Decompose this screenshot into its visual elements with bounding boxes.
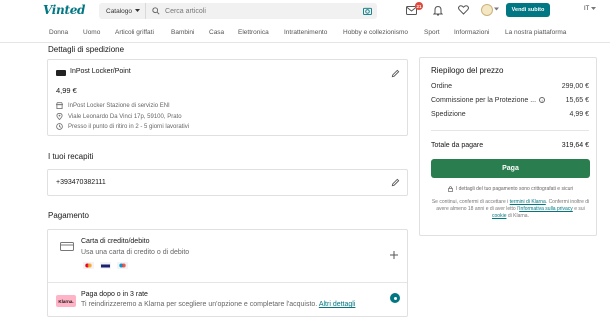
klarna-payment-option[interactable]: Klarna. Paga dopo o in 3 rate Ti reindir… — [48, 283, 407, 317]
klarna-details-link[interactable]: Altri dettagli — [319, 301, 356, 308]
heart-icon[interactable] — [457, 4, 469, 16]
nav-item-piattaforma[interactable]: La nostra piattaforma — [505, 29, 566, 36]
language-label: IT — [584, 6, 590, 12]
secure-note: I dettagli del tuo pagamento sono critto… — [431, 186, 590, 192]
klarna-radio-button[interactable] — [390, 293, 400, 303]
pickup-point-row: InPost Locker Stazione di servizio ENI — [56, 102, 170, 109]
chevron-down-icon — [135, 9, 141, 12]
payment-section-title: Pagamento — [48, 211, 89, 220]
shipping-section-title: Dettagli di spedizione — [48, 45, 125, 54]
pay-button[interactable]: Paga — [431, 159, 590, 178]
edit-icon[interactable] — [391, 69, 400, 78]
location-pin-icon — [56, 113, 63, 120]
nav-item-griffati[interactable]: Articoli griffati — [115, 29, 154, 36]
summary-label: Spedizione — [431, 111, 466, 118]
nav-item-intrattenimento[interactable]: Intrattenimento — [284, 29, 327, 36]
nav-item-casa[interactable]: Casa — [209, 29, 224, 36]
pickup-point-name: InPost Locker Stazione di servizio ENI — [68, 102, 170, 109]
chevron-down-icon — [591, 7, 597, 10]
total-label: Totale da pagare — [431, 142, 484, 149]
klarna-terms-link[interactable]: termini di Klarna — [510, 199, 546, 205]
phone-number: +393470382111 — [56, 179, 106, 186]
summary-row-protection: Commissione per la Protezione ... i 15,65… — [431, 97, 589, 104]
summary-value: 4,99 € — [569, 111, 589, 118]
lock-icon — [447, 186, 453, 192]
sell-now-button[interactable]: Vendi subito — [506, 3, 550, 17]
secure-note-text: I dettagli del tuo pagamento sono critto… — [455, 186, 574, 192]
summary-row-shipping: Spedizione 4,99 € — [431, 111, 589, 118]
notification-badge: 21 — [415, 2, 423, 10]
summary-row-order: Ordine 299,00 € — [431, 83, 589, 90]
vinted-logo[interactable]: Vinted — [43, 3, 85, 17]
privacy-link[interactable]: Informativa sulla privacy — [519, 206, 573, 212]
contacts-card: +393470382111 — [47, 169, 408, 196]
price-summary-card: Riepilogo del prezzo Ordine 299,00 € Com… — [419, 57, 597, 236]
summary-label: Ordine — [431, 83, 453, 90]
avatar[interactable] — [481, 4, 493, 16]
card-payment-option[interactable]: Carta di credito/debito Usa una carta di… — [48, 230, 407, 282]
plus-icon[interactable] — [389, 250, 399, 260]
nav-item-elettronica[interactable]: Elettronica — [238, 29, 269, 36]
summary-title: Riepilogo del prezzo — [431, 66, 504, 75]
camera-search-icon[interactable] — [363, 6, 373, 16]
search-input[interactable]: Cerca articoli — [165, 8, 363, 15]
klarna-logo: Klarna. — [56, 295, 76, 307]
shipping-price: 4,99 € — [56, 86, 77, 95]
summary-value: 299,00 € — [561, 83, 589, 90]
info-icon[interactable]: i — [539, 97, 546, 103]
clock-icon — [56, 123, 63, 130]
address-row: Viale Leonardo Da Vinci 17p, 59100, Prat… — [56, 113, 182, 120]
nav-item-donna[interactable]: Donna — [49, 29, 68, 36]
search-bar: Catalogo Cerca articoli — [99, 3, 377, 19]
cookie-link[interactable]: cookie — [492, 213, 506, 219]
delivery-time-row: Presso il punto di ritiro in 2 - 5 giorn… — [56, 123, 189, 130]
klarna-option-subtitle: Ti reindirizzeremo a Klarna per sceglier… — [81, 301, 355, 308]
shipping-carrier: InPost Locker/Point — [70, 68, 131, 75]
top-bar: Vinted Catalogo Cerca articoli 21 Vendi … — [0, 0, 610, 23]
edit-icon[interactable] — [391, 178, 400, 187]
bell-icon[interactable] — [432, 4, 444, 16]
inpost-logo — [56, 70, 66, 76]
payment-card: Carta di credito/debito Usa una carta di… — [47, 229, 408, 317]
shipping-card: InPost Locker/Point 4,99 € InPost Locker… — [47, 59, 408, 136]
mastercard-icon — [83, 262, 94, 269]
nav-item-informazioni[interactable]: Informazioni — [454, 29, 489, 36]
search-icon — [152, 7, 161, 16]
store-icon — [56, 102, 63, 109]
summary-divider — [431, 130, 589, 131]
total-value: 319,64 € — [561, 142, 589, 149]
pickup-address: Viale Leonardo Da Vinci 17p, 59100, Prat… — [68, 113, 182, 120]
contacts-section-title: I tuoi recapiti — [48, 152, 94, 161]
chevron-down-icon[interactable] — [494, 7, 499, 12]
nav-item-sport[interactable]: Sport — [424, 29, 440, 36]
klarna-description: Ti reindirizzeremo a Klarna per sceglier… — [81, 301, 318, 308]
language-select[interactable]: IT — [584, 6, 597, 12]
category-nav: Donna Uomo Articoli griffati Bambini Cas… — [0, 23, 610, 43]
credit-card-icon — [60, 242, 74, 251]
card-option-title: Carta di credito/debito — [81, 238, 150, 245]
klarna-option-title: Paga dopo o in 3 rate — [81, 291, 148, 298]
delivery-time: Presso il punto di ritiro in 2 - 5 giorn… — [68, 123, 190, 130]
maestro-icon — [117, 262, 128, 269]
visa-icon — [100, 262, 111, 269]
card-option-subtitle: Usa una carta di credito o di debito — [81, 249, 190, 256]
legal-text: Se continui, confermi di accettare i ter… — [431, 199, 590, 219]
summary-total-row: Totale da pagare 319,64 € — [431, 142, 589, 149]
nav-item-uomo[interactable]: Uomo — [83, 29, 100, 36]
nav-item-hobby[interactable]: Hobby e collezionismo — [343, 29, 408, 36]
catalog-label: Catalogo — [106, 7, 133, 15]
nav-item-bambini[interactable]: Bambini — [171, 29, 194, 36]
catalog-select[interactable]: Catalogo — [99, 3, 147, 19]
summary-label: Commissione per la Protezione ... i — [431, 97, 546, 104]
summary-value: 15,65 € — [565, 97, 589, 104]
